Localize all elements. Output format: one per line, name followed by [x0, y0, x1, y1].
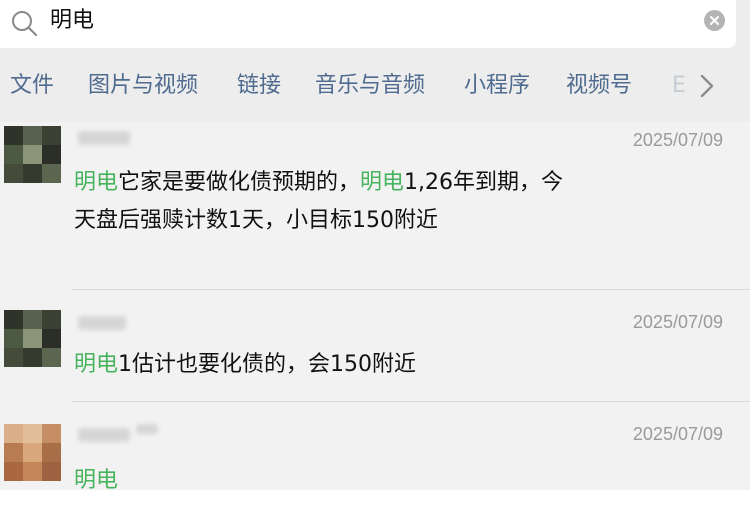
sender-name-blurred	[78, 131, 130, 145]
search-result-item[interactable]: 2025/07/09 明电它家是要做化债预期的，明电1,26年到期，今天盘后强赎…	[0, 122, 750, 290]
tab-files[interactable]: 文件	[10, 72, 54, 100]
clear-search-button[interactable]	[704, 10, 725, 31]
tab-music-audio[interactable]: 音乐与音频	[315, 72, 425, 100]
message-segment: 1估计也要化债的，会150附近	[118, 352, 417, 377]
search-input[interactable]: 明电	[50, 6, 94, 36]
tab-images-videos[interactable]: 图片与视频	[88, 72, 198, 100]
chevron-right-icon[interactable]	[696, 73, 718, 99]
keyword-highlight: 明电	[74, 352, 119, 377]
message-date: 2025/07/09	[632, 424, 723, 444]
message-text: 明电它家是要做化债预期的，明电1,26年到期，今天盘后强赎计数1天，小目标150…	[74, 164, 574, 240]
search-result-item[interactable]: 2025/07/09 明电1估计也要化债的，会150附近	[0, 290, 750, 402]
tab-more-faded[interactable]: E	[672, 72, 686, 100]
search-bar[interactable]: 明电	[0, 0, 736, 48]
bottom-area	[0, 490, 750, 506]
sender-name-blurred	[78, 428, 130, 442]
message-segment: 它家是要做化债预期的，	[118, 170, 361, 195]
search-icon	[12, 11, 38, 37]
keyword-highlight: 明电	[74, 170, 119, 195]
tab-links[interactable]: 链接	[237, 72, 281, 100]
avatar	[4, 126, 61, 183]
tab-mini-programs[interactable]: 小程序	[464, 72, 530, 100]
sender-name-blurred	[136, 424, 158, 434]
search-result-item[interactable]: 2025/07/09 明电	[0, 402, 750, 493]
tab-channels[interactable]: 视频号	[566, 72, 632, 100]
avatar	[4, 424, 61, 481]
keyword-highlight: 明电	[360, 170, 405, 195]
avatar	[4, 310, 61, 367]
message-date: 2025/07/09	[632, 312, 723, 332]
message-text: 明电1估计也要化债的，会150附近	[74, 346, 574, 384]
category-tabs: 文件 图片与视频 链接 音乐与音频 小程序 视频号 E	[0, 60, 750, 110]
sender-name-blurred	[78, 316, 126, 330]
clear-icon	[710, 16, 719, 25]
message-date: 2025/07/09	[632, 130, 723, 150]
